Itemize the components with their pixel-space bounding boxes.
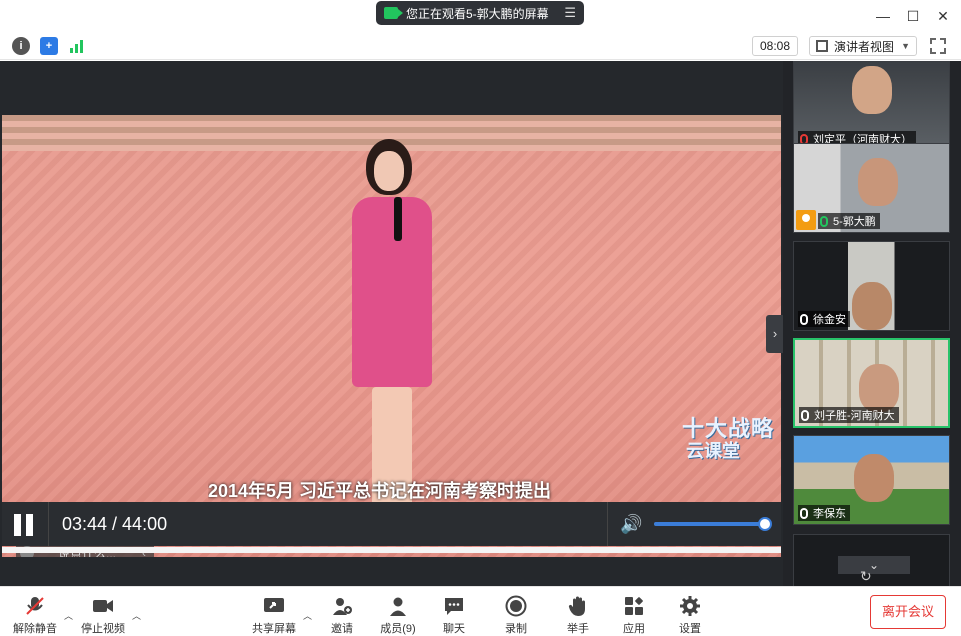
stop-video-label: 停止视频 [81,623,125,635]
apps-icon [623,595,645,617]
title-bar: 您正在观看5-郭大鹏的屏幕 ☰ — ☐ ✕ [0,0,961,32]
meeting-timer: 08:08 [752,36,798,56]
menu-icon[interactable]: ☰ [564,5,576,21]
close-button[interactable]: ✕ [932,6,954,26]
meeting-info-bar: i + 08:08 演讲者视图 ▼ [0,32,961,60]
participant-name: 刘子胜-河南财大 [814,410,895,422]
pause-icon[interactable] [12,514,36,536]
host-icon [796,210,816,230]
microphone-icon [800,507,808,519]
microphone-icon [800,313,808,325]
screen-share-banner[interactable]: 您正在观看5-郭大鹏的屏幕 ☰ [376,1,584,25]
chevron-up-icon[interactable]: ︿ [64,609,73,622]
chevron-up-icon[interactable]: ︿ [303,609,312,622]
loading-spinner-icon: ↻ [860,568,872,584]
microphone-prop [394,197,402,241]
participant-name: 5-郭大鹏 [833,216,876,228]
participant-name: 徐金安 [813,314,846,326]
info-icon[interactable]: i [12,37,30,55]
video-camera-icon [92,595,114,617]
share-screen-label: 共享屏幕 [252,623,296,635]
participant-video-panel: 刘定平（河南财大） 5-郭大鹏 徐金安 刘子胜-河南财大 李保东 [783,61,961,594]
raise-hand-button[interactable]: 举手 [548,595,608,635]
record-label: 录制 [505,623,527,635]
video-frame: 十大战略 云课堂 2014年5月 习近平总书记在河南考察时提出 说点什么... … [2,115,781,557]
participant-tile[interactable]: 5-郭大鹏 [793,143,950,233]
program-logo-line2: 云课堂 [686,441,740,461]
volume-icon[interactable]: 🔊 [620,514,644,534]
playback-time: 03:44 / 44:00 [62,514,168,534]
participant-name-tag: 5-郭大鹏 [818,213,880,229]
presenter-suit [352,197,432,387]
participant-name: 李保东 [813,508,846,520]
share-screen-button[interactable]: 共享屏幕 [244,595,304,635]
volume-knob[interactable] [758,517,772,531]
participant-video [858,158,898,206]
chevron-down-icon: ▼ [901,41,910,51]
participant-tile[interactable]: 李保东 [793,435,950,525]
chat-button[interactable]: 聊天 [424,595,484,635]
chevron-up-icon[interactable]: ︿ [132,609,141,622]
raise-hand-label: 举手 [567,623,589,635]
participant-video [859,364,899,412]
settings-label: 设置 [679,623,701,635]
presenter-face [374,151,404,191]
unmute-label: 解除静音 [13,623,57,635]
leave-meeting-button[interactable]: 离开会议 [870,595,946,629]
shield-icon[interactable]: + [40,37,58,55]
participant-tile-active[interactable]: 刘子胜-河南财大 [793,338,950,428]
hand-icon [567,595,589,617]
participant-video [852,66,892,114]
player-bottom-edge [2,547,781,553]
control-divider [607,502,608,546]
participant-name-tag: 李保东 [798,505,850,521]
collapse-panel-button[interactable]: › [766,315,784,353]
video-camera-icon [384,7,403,19]
volume-fill [654,522,761,526]
speaker-view-icon [816,40,828,52]
view-mode-label: 演讲者视图 [834,39,895,54]
apps-button[interactable]: 应用 [604,595,664,635]
members-icon [387,595,409,617]
microphone-icon [801,409,809,421]
members-label: 成员(9) [380,623,416,635]
participant-tile[interactable]: 徐金安 [793,241,950,331]
shared-screen-area: 十大战略 云课堂 2014年5月 习近平总书记在河南考察时提出 说点什么... … [0,61,783,586]
apps-label: 应用 [623,623,645,635]
members-button[interactable]: 成员(9) [368,595,428,635]
participant-tile[interactable]: 刘定平（河南财大） [793,61,950,151]
volume-slider[interactable] [654,522,766,526]
invite-label: 邀请 [331,623,353,635]
minimize-button[interactable]: — [872,6,894,26]
video-subtitle: 2014年5月 习近平总书记在河南考察时提出 [208,481,552,501]
chat-icon [443,595,465,617]
share-banner-text: 您正在观看5-郭大鹏的屏幕 [406,6,549,21]
participant-name-tag: 刘子胜-河南财大 [799,407,899,423]
stop-video-button[interactable]: 停止视频 [73,595,133,635]
share-screen-icon [263,595,285,617]
view-mode-dropdown[interactable]: 演讲者视图 ▼ [809,36,917,56]
gear-icon [679,595,701,617]
add-user-icon [331,595,353,617]
participant-video [852,282,892,330]
maximize-button[interactable]: ☐ [902,6,924,26]
unmute-button[interactable]: 解除静音 [5,595,65,635]
record-button[interactable]: 录制 [486,595,546,635]
meeting-toolbar: 解除静音 ︿ 停止视频 ︿ 共享屏幕 ︿ 邀请 成员(9) 聊天 录制 举手 应… [0,586,961,636]
record-icon [505,595,527,617]
signal-icon[interactable] [68,37,86,55]
participant-name-tag: 徐金安 [798,311,850,327]
microphone-icon [820,215,828,227]
chat-label: 聊天 [443,623,465,635]
control-divider [48,502,49,546]
mic-muted-icon [24,595,46,617]
invite-button[interactable]: 邀请 [312,595,372,635]
settings-button[interactable]: 设置 [660,595,720,635]
fullscreen-icon[interactable] [930,38,946,54]
participant-video [854,454,894,502]
player-controls: 03:44 / 44:00 🔊 [2,502,781,546]
